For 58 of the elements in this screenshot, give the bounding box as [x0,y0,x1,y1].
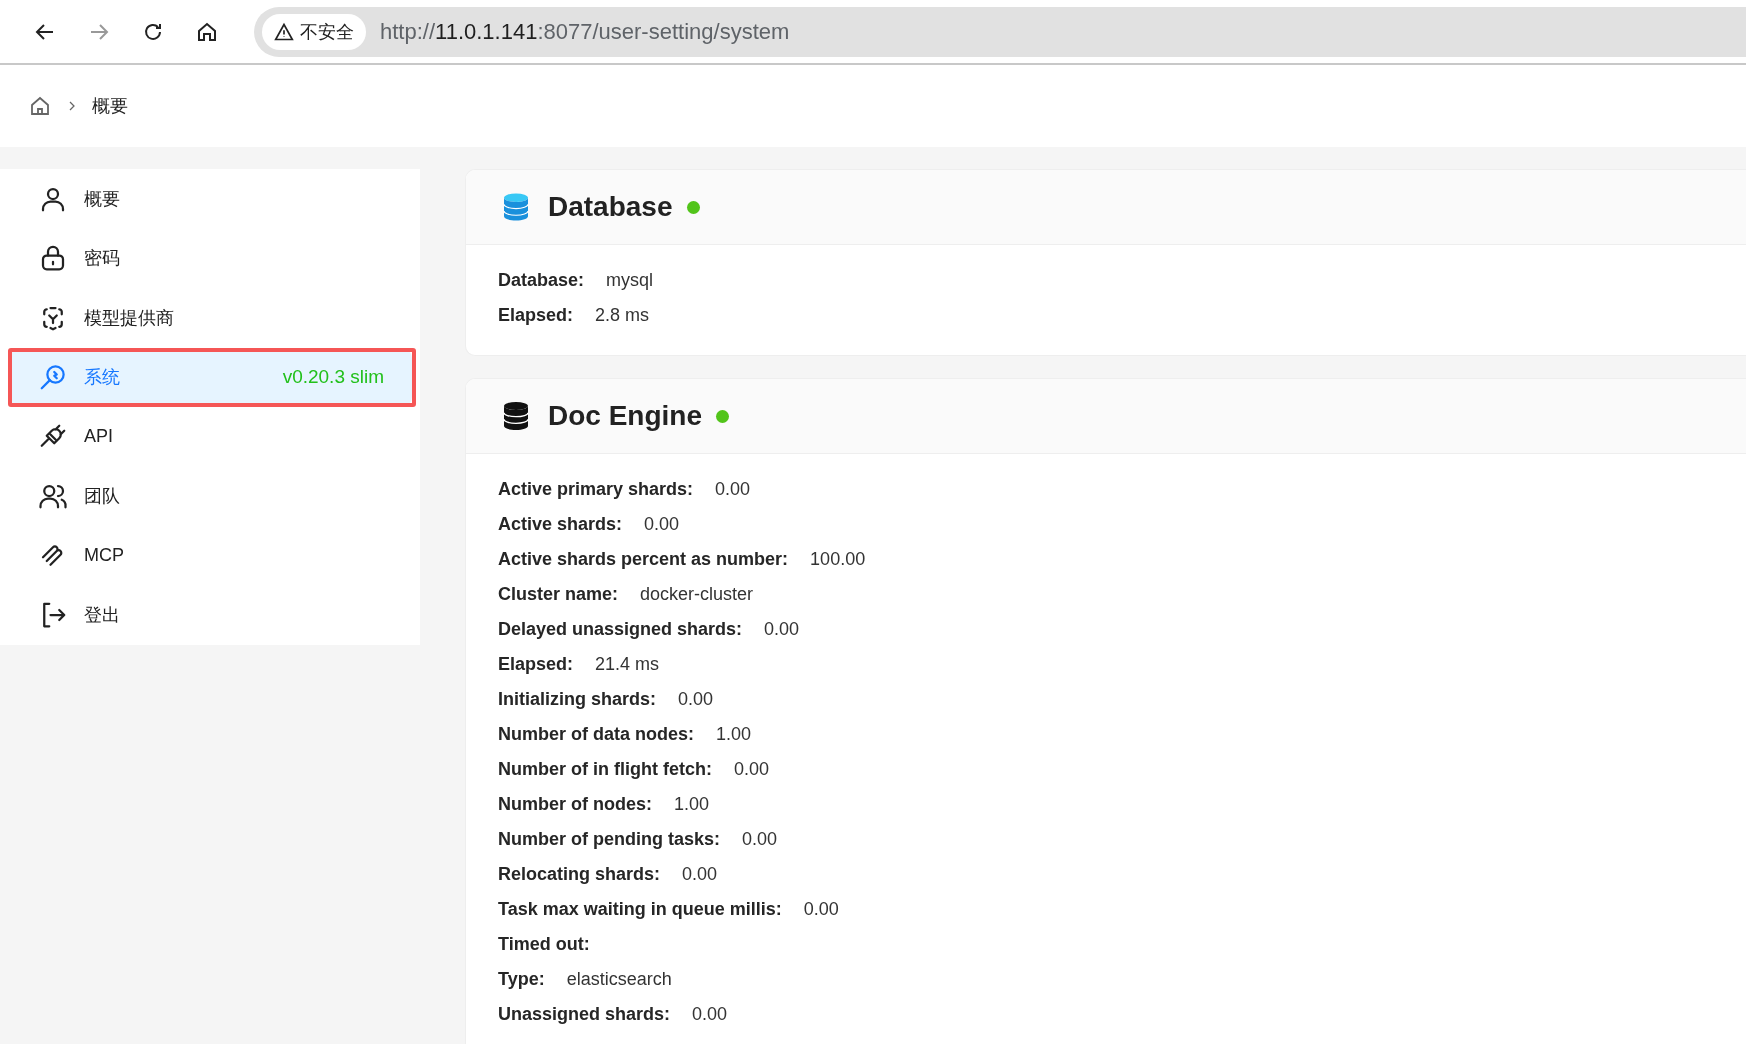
field-label: Initializing shards: [498,689,657,710]
field-value: 0.00 [764,619,800,640]
breadcrumb-current: 概要 [92,95,128,118]
sidebar-label: 团队 [84,485,121,509]
field-label: Active shards: [498,514,623,535]
field-value: 0.00 [644,514,680,535]
field-label: Active shards percent as number: [498,549,789,570]
sidebar-item[interactable]: API [10,407,412,467]
field-value: 0.00 [715,479,751,500]
sidebar-label: 密码 [84,247,121,271]
field-label: Cluster name: [498,584,619,605]
field-value: 0.00 [692,1004,728,1025]
field-label: Relocating shards: [498,864,661,885]
field-label: Unassigned shards: [498,1004,671,1025]
version-label: v0.20.3 slim [282,366,384,389]
sidebar-item[interactable]: 概要 [10,169,412,229]
sidebar-label: 登出 [84,604,121,628]
field-label: Number of pending tasks: [498,829,721,850]
field-label: Active primary shards: [498,479,694,500]
field-value: docker-cluster [640,584,754,605]
field-value: mysql [606,270,654,291]
sidebar-item[interactable]: 团队 [10,466,412,526]
sidebar-item[interactable]: 登出 [10,585,412,645]
sidebar-label: API [84,426,114,448]
home-icon[interactable] [28,94,52,118]
sidebar-label: 系统 [84,366,121,390]
field-label: Task max waiting in queue millis: [498,899,782,920]
field-value: 0.00 [678,689,714,710]
security-chip[interactable]: 不安全 [262,13,366,50]
field-value: 1.00 [716,724,752,745]
field-value: elasticsearch [566,969,672,990]
sidebar-item[interactable]: 模型提供商 [10,288,412,348]
field-value: 21.4 ms [595,654,660,675]
field-label: Number of nodes: [498,794,652,815]
field-value: 0.00 [742,829,778,850]
sidebar-item[interactable]: MCP [10,526,412,586]
sidebar-item[interactable]: 密码 [10,228,412,288]
field-value: 0.00 [803,899,839,920]
card-title: Doc Engine [548,400,702,432]
field-value: 100.00 [810,549,866,570]
sidebar-label: 模型提供商 [84,306,175,330]
field-label: Number of data nodes: [498,724,694,745]
card-title: Database [548,191,673,223]
address-field[interactable]: http://11.0.1.141:8077/user-setting/system [380,18,790,45]
field-label: Database: [498,270,585,291]
field-value: 0.00 [734,759,770,780]
field-label: Delayed unassigned shards: [498,619,743,640]
field-value: 1.00 [674,794,710,815]
warning-icon [274,21,294,42]
field-label: Type: [498,969,545,990]
field-value: 2.8 ms [595,305,650,326]
sidebar-label: 概要 [84,187,121,211]
sidebar-label: MCP [84,545,125,567]
field-label: Number of in flight fetch: [498,759,712,780]
field-label: Timed out: [498,934,590,955]
field-label: Elapsed: [498,305,574,326]
field-value: 0.00 [682,864,718,885]
field-label: Elapsed: [498,654,574,675]
